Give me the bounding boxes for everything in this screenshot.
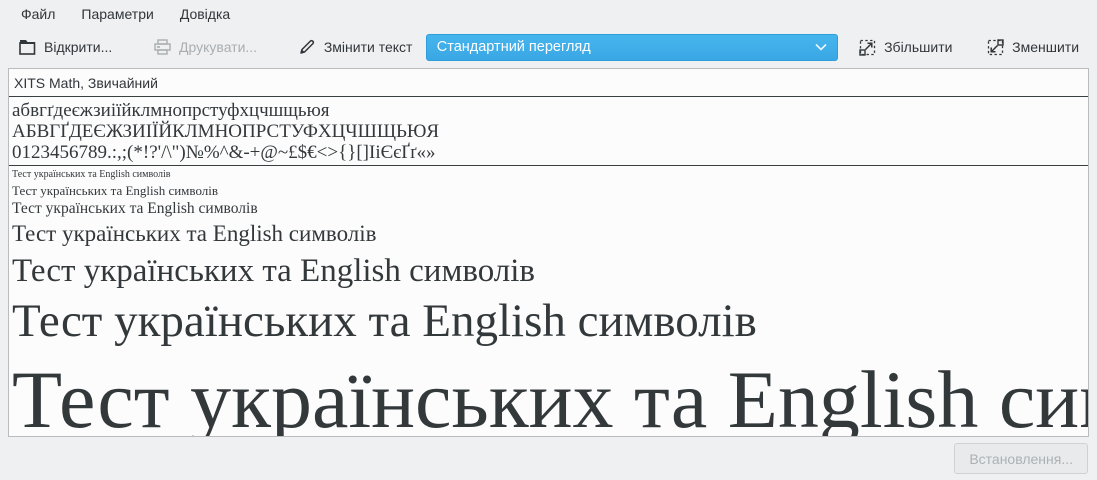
symbols-line: 0123456789.:,;(*!?'/\")№%^&-+@~£$€<>{}[]…: [12, 142, 1088, 163]
preview-type-value: Стандартний перегляд: [437, 39, 809, 55]
zoom-in-button[interactable]: Збільшити: [850, 33, 960, 61]
sample-text-size-5: Тест українських та English символів: [12, 248, 1088, 294]
install-button[interactable]: Встановлення...: [954, 443, 1088, 474]
sample-text-size-1: Тест українських та English символів: [12, 168, 1088, 182]
print-button[interactable]: Друкувати...: [145, 33, 265, 61]
sample-text-size-4: Тест українських та English символів: [12, 219, 1088, 248]
zoom-out-icon: [986, 38, 1004, 56]
open-button[interactable]: Відкрити...: [10, 33, 120, 61]
sample-text-size-6: Тест українських та English символів: [12, 294, 1088, 349]
toolbar: Відкрити... Друкувати... Змінити текст С…: [0, 28, 1097, 66]
uppercase-alphabet-line: АБВГҐДЕЄЖЗИІЇЙКЛМНОПРСТУФХЦЧШЩЬЮЯ: [12, 121, 1088, 142]
preview-type-select[interactable]: Стандартний перегляд: [426, 34, 838, 61]
menu-help[interactable]: Довідка: [169, 2, 241, 26]
glyph-preview-area: абвгґдеєжзиіїйклмнопрстуфхцчшщьюя АБВГҐД…: [9, 97, 1088, 163]
sample-text-area: Тест українських та English символів Тес…: [9, 167, 1088, 437]
font-name-heading: XITS Math, Звичайний: [9, 69, 1088, 97]
zoom-out-button-label: Зменшити: [1012, 39, 1079, 55]
folder-open-icon: [18, 38, 36, 56]
change-text-button-label: Змінити текст: [324, 39, 413, 55]
sample-text-size-3: Тест українських та English символів: [12, 199, 1088, 219]
zoom-in-button-label: Збільшити: [884, 39, 952, 55]
lowercase-alphabet-line: абвгґдеєжзиіїйклмнопрстуфхцчшщьюя: [12, 100, 1088, 121]
menu-bar: Файл Параметри Довідка: [0, 0, 1097, 28]
preview-separator: [9, 165, 1088, 166]
font-preview-panel[interactable]: XITS Math, Звичайний абвгґдеєжзиіїйклмно…: [8, 68, 1089, 437]
menu-file[interactable]: Файл: [10, 2, 66, 26]
pencil-icon: [298, 38, 316, 56]
change-text-button[interactable]: Змінити текст: [290, 33, 421, 61]
zoom-in-icon: [858, 38, 876, 56]
zoom-out-button[interactable]: Зменшити: [978, 33, 1087, 61]
open-button-label: Відкрити...: [44, 39, 112, 55]
print-button-label: Друкувати...: [179, 39, 257, 55]
printer-icon: [153, 38, 171, 56]
sample-text-size-2: Тест українських та English символів: [12, 182, 1088, 199]
chevron-down-icon: [815, 43, 827, 51]
sample-text-size-7: Тест українських та English символів: [12, 349, 1088, 437]
menu-settings[interactable]: Параметри: [70, 2, 164, 26]
